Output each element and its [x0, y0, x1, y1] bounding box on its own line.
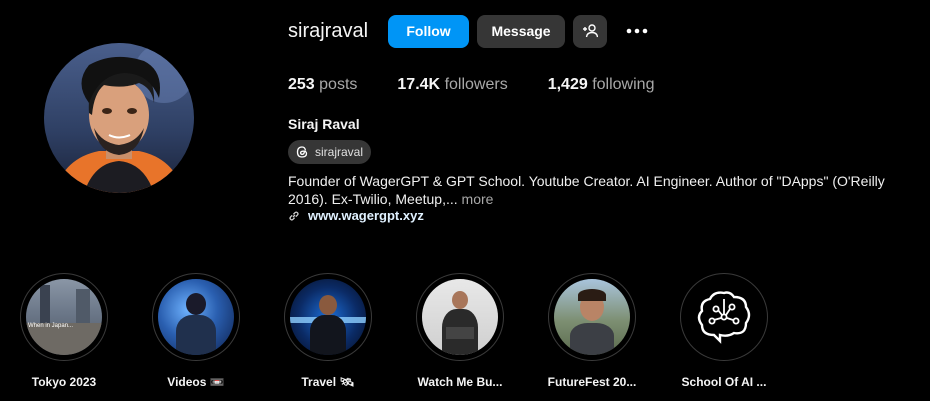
- profile-avatar[interactable]: [44, 43, 194, 193]
- highlight-thumb-caption: When in Japan...: [28, 323, 74, 329]
- highlight-thumbnail: When in Japan...: [26, 279, 102, 355]
- highlight-item[interactable]: School Of AI ...: [664, 273, 784, 389]
- more-options-icon: [626, 28, 648, 34]
- highlight-thumbnail: [554, 279, 630, 355]
- highlight-label: Videos 📼: [167, 375, 225, 389]
- highlight-ring: [416, 273, 504, 361]
- posts-count: 253: [288, 76, 315, 93]
- highlight-item[interactable]: FutureFest 20...: [532, 273, 652, 389]
- story-highlights: When in Japan... Tokyo 2023 Videos 📼 Tra…: [0, 273, 930, 401]
- highlight-thumbnail: [290, 279, 366, 355]
- profile-full-name: Siraj Raval: [288, 116, 360, 132]
- link-icon: [288, 209, 302, 223]
- following-count: 1,429: [547, 76, 588, 93]
- profile-username[interactable]: sirajraval: [288, 20, 368, 43]
- highlight-label: School Of AI ...: [681, 375, 767, 389]
- highlight-ring: [680, 273, 768, 361]
- highlight-label: Travel 🛰: [301, 375, 355, 389]
- bio-more-link[interactable]: more: [462, 191, 494, 207]
- highlight-thumbnail: [158, 279, 234, 355]
- website-url: www.wagergpt.xyz: [308, 208, 424, 223]
- followers-count: 17.4K: [397, 76, 441, 93]
- highlight-item[interactable]: Videos 📼: [136, 273, 256, 389]
- highlight-thumbnail: [686, 279, 762, 355]
- more-options-button[interactable]: [621, 15, 653, 47]
- threads-badge[interactable]: sirajraval: [288, 140, 372, 164]
- message-button[interactable]: Message: [477, 14, 566, 48]
- profile-header: sirajraval Follow Message: [288, 14, 653, 48]
- highlight-ring: [284, 273, 372, 361]
- highlight-ring: When in Japan...: [20, 273, 108, 361]
- highlight-thumbnail: [422, 279, 498, 355]
- follow-button[interactable]: Follow: [388, 14, 470, 48]
- highlight-item[interactable]: Watch Me Bu...: [400, 273, 520, 389]
- highlight-label: Tokyo 2023: [31, 375, 97, 389]
- following-stat[interactable]: 1,429 following: [548, 76, 655, 94]
- highlight-label: FutureFest 20...: [547, 375, 637, 389]
- avatar-illustration: [54, 43, 194, 193]
- followers-stat[interactable]: 17.4K followers: [397, 76, 507, 94]
- posts-label: posts: [319, 76, 358, 93]
- following-label: following: [592, 76, 655, 93]
- profile-stats: 253 posts 17.4K followers 1,429 followin…: [288, 76, 694, 94]
- threads-icon: [294, 144, 310, 160]
- posts-stat[interactable]: 253 posts: [288, 76, 357, 94]
- brain-circuit-icon: [697, 291, 751, 344]
- profile-bio: Founder of WagerGPT & GPT School. Youtub…: [288, 172, 908, 208]
- bio-text: Founder of WagerGPT & GPT School. Youtub…: [288, 173, 885, 207]
- highlight-label: Watch Me Bu...: [417, 375, 503, 389]
- highlight-ring: [152, 273, 240, 361]
- highlight-item[interactable]: Travel 🛰: [268, 273, 388, 389]
- highlight-item[interactable]: When in Japan... Tokyo 2023: [4, 273, 124, 389]
- website-link[interactable]: www.wagergpt.xyz: [288, 208, 424, 223]
- threads-handle: sirajraval: [315, 145, 364, 159]
- followers-label: followers: [444, 76, 508, 93]
- add-user-icon: [583, 24, 599, 38]
- highlight-ring: [548, 273, 636, 361]
- suggest-users-button[interactable]: [573, 14, 608, 48]
